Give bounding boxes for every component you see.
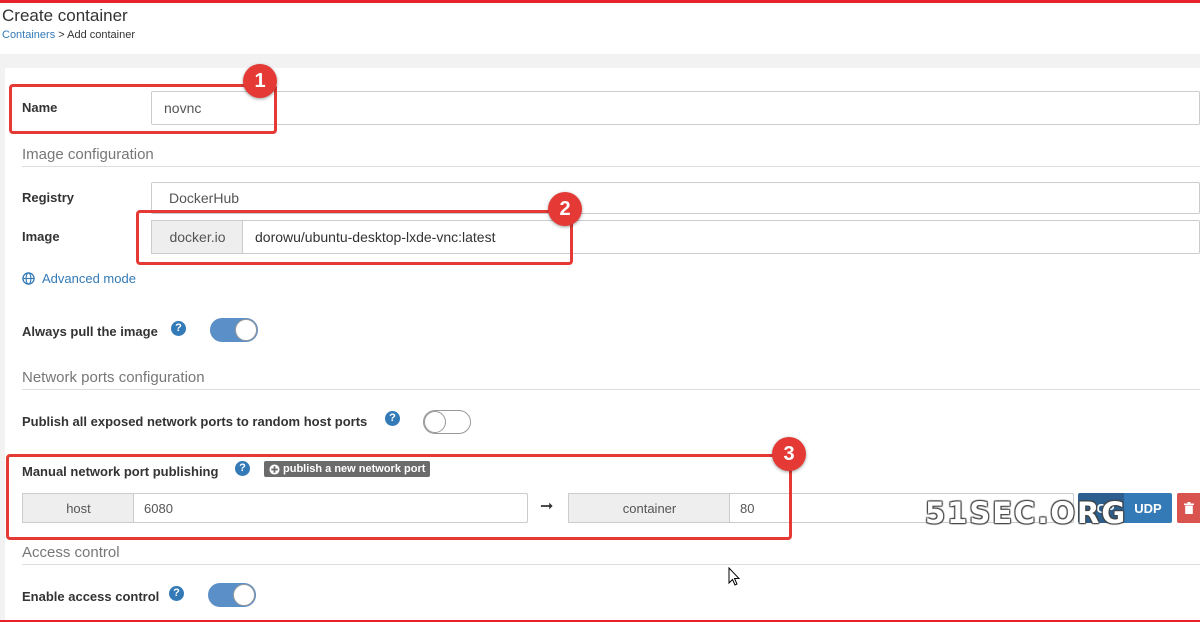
arrow-right-icon: ➞ bbox=[540, 498, 554, 515]
annotation-badge: 2 bbox=[548, 192, 582, 226]
access-control-section: Access control bbox=[22, 544, 1200, 565]
host-port-input[interactable]: 6080 bbox=[133, 493, 528, 523]
toggle-knob bbox=[235, 319, 257, 341]
trash-icon bbox=[1183, 502, 1194, 514]
image-input[interactable]: dorowu/ubuntu-desktop-lxde-vnc:latest bbox=[242, 220, 1200, 254]
help-icon[interactable]: ? bbox=[235, 461, 250, 476]
access-control-toggle[interactable] bbox=[208, 583, 256, 607]
toggle-knob bbox=[424, 411, 446, 433]
access-control-label: Enable access control bbox=[22, 589, 160, 604]
manual-publish-label: Manual network port publishing bbox=[22, 464, 219, 479]
always-pull-toggle[interactable] bbox=[210, 318, 258, 342]
remove-port-button[interactable] bbox=[1177, 493, 1200, 523]
annotation-badge: 1 bbox=[243, 64, 277, 98]
toggle-knob bbox=[233, 584, 255, 606]
mouse-cursor-icon bbox=[728, 566, 741, 591]
publish-all-toggle[interactable] bbox=[423, 410, 471, 434]
breadcrumb: Containers > Add container bbox=[2, 29, 135, 41]
page-title: Create container bbox=[2, 6, 128, 25]
name-input[interactable]: novnc bbox=[151, 91, 1200, 125]
image-registry-prefix: docker.io bbox=[151, 220, 243, 254]
globe-icon bbox=[22, 272, 35, 285]
advanced-mode-link[interactable]: Advanced mode bbox=[22, 271, 136, 286]
udp-button[interactable]: UDP bbox=[1124, 493, 1172, 523]
plus-circle-icon bbox=[269, 463, 280, 475]
breadcrumb-containers-link[interactable]: Containers bbox=[2, 29, 55, 41]
watermark-logo: 51SEC.ORG bbox=[925, 496, 1128, 530]
name-label: Name bbox=[22, 100, 58, 115]
breadcrumb-current: Add container bbox=[67, 29, 136, 41]
help-icon[interactable]: ? bbox=[385, 411, 400, 426]
image-config-section: Image configuration bbox=[22, 146, 1200, 167]
publish-new-port-button[interactable]: publish a new network port bbox=[264, 461, 431, 477]
image-label: Image bbox=[22, 229, 60, 244]
help-icon[interactable]: ? bbox=[171, 321, 186, 336]
host-port-addon: host bbox=[22, 493, 134, 523]
help-icon[interactable]: ? bbox=[169, 586, 184, 601]
annotation-badge: 3 bbox=[772, 437, 806, 471]
registry-label: Registry bbox=[22, 190, 75, 205]
advanced-mode-label: Advanced mode bbox=[42, 271, 136, 286]
network-ports-section: Network ports configuration bbox=[22, 369, 1200, 390]
registry-select[interactable]: DockerHub bbox=[151, 182, 1200, 214]
container-port-addon: container bbox=[568, 493, 730, 523]
always-pull-label: Always pull the image bbox=[22, 324, 158, 339]
publish-all-label: Publish all exposed network ports to ran… bbox=[22, 414, 368, 429]
publish-new-port-label: publish a new network port bbox=[283, 463, 426, 475]
breadcrumb-separator: > bbox=[55, 29, 68, 41]
